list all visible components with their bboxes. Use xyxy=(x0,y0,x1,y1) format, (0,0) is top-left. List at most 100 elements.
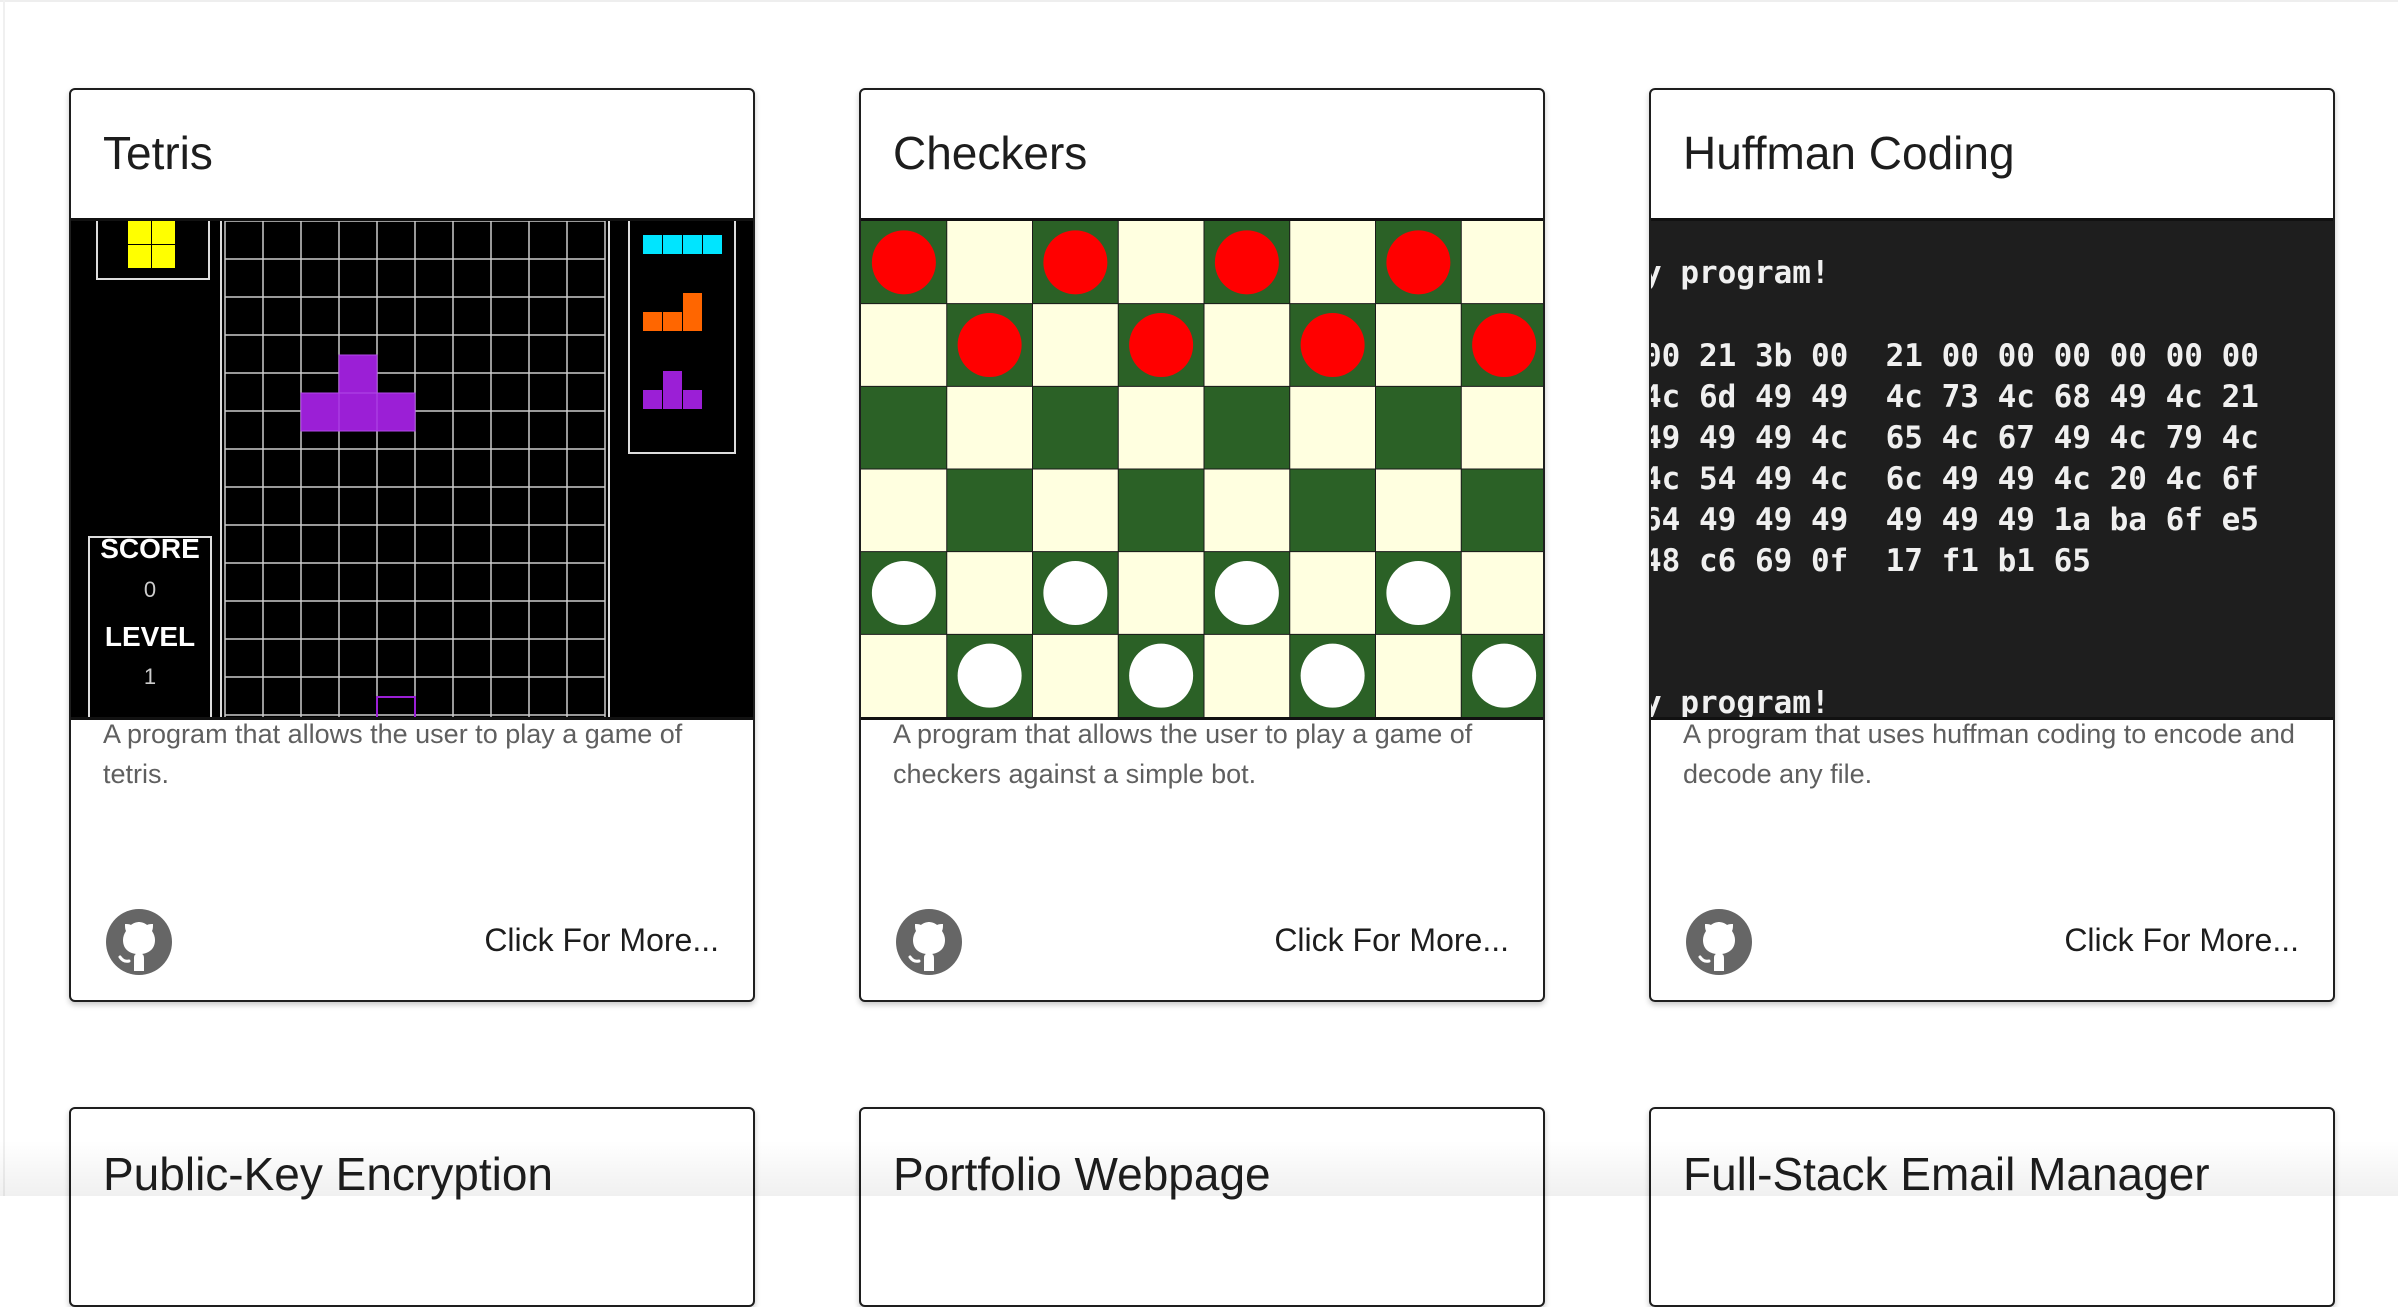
card-title: Portfolio Webpage xyxy=(893,1148,1271,1200)
github-link[interactable] xyxy=(1685,908,1753,976)
click-for-more-link[interactable]: Click For More... xyxy=(484,922,719,959)
score-value: 0 xyxy=(144,577,156,602)
board-square xyxy=(1204,469,1291,553)
red-checker-piece xyxy=(1043,230,1108,295)
board-square xyxy=(946,386,1033,470)
white-checker-piece xyxy=(1129,643,1194,708)
board-square xyxy=(1375,386,1462,470)
board-square xyxy=(861,634,948,717)
board-square xyxy=(1204,386,1291,470)
white-checker-piece xyxy=(1043,561,1108,625)
board-square xyxy=(1289,551,1376,635)
project-card-checkers: Checkers A program that allows the user … xyxy=(859,88,1545,1002)
github-icon xyxy=(896,909,962,975)
level-label: LEVEL xyxy=(105,621,195,652)
white-checker-piece xyxy=(871,561,936,625)
white-checker-piece xyxy=(1386,561,1451,625)
purple-block xyxy=(643,390,662,409)
board-square xyxy=(946,551,1033,635)
purple-block xyxy=(300,392,340,432)
board-square xyxy=(1032,469,1119,553)
github-icon xyxy=(1686,909,1752,975)
github-icon xyxy=(106,909,172,975)
purple-block xyxy=(683,390,702,409)
click-for-more-link[interactable]: Click For More... xyxy=(1274,922,1509,959)
card-header: Huffman Coding xyxy=(1651,90,2333,218)
level-value: 1 xyxy=(144,664,156,689)
project-card-public-key: Public-Key Encryption xyxy=(69,1107,755,1307)
page-top-border xyxy=(0,0,2398,2)
card-title: Checkers xyxy=(893,127,1088,179)
board-square xyxy=(1118,386,1205,470)
board-square xyxy=(1204,634,1291,717)
terminal-line: 4c 54 49 4c 6c 49 49 4c 20 4c 6f xyxy=(1651,461,2259,497)
board-square xyxy=(1032,634,1119,717)
card-header: Checkers xyxy=(861,90,1543,218)
red-checker-piece xyxy=(957,313,1022,377)
project-card-portfolio: Portfolio Webpage xyxy=(859,1107,1545,1307)
orange-block xyxy=(683,293,702,312)
score-label: SCORE xyxy=(100,533,200,564)
red-checker-piece xyxy=(1300,313,1365,377)
board-square xyxy=(1289,386,1376,470)
terminal-line: y program! xyxy=(1651,255,1830,291)
red-checker-piece xyxy=(871,230,936,295)
yellow-block xyxy=(128,221,151,244)
tetris-board-image: SCORE 0 LEVEL 1 xyxy=(71,221,753,717)
board-square xyxy=(1461,469,1543,553)
cyan-block xyxy=(703,235,722,254)
card-title: Public-Key Encryption xyxy=(103,1148,553,1200)
project-card-tetris: Tetris SCORE 0 LEVEL 1 A program that al… xyxy=(69,88,755,1002)
yellow-block xyxy=(128,245,151,268)
white-checker-piece xyxy=(1214,561,1279,625)
card-description: A program that uses huffman coding to en… xyxy=(1683,719,2295,789)
red-checker-piece xyxy=(1472,313,1537,377)
terminal-line: 4c 6d 49 49 4c 73 4c 68 49 4c 21 xyxy=(1651,379,2259,415)
cyan-block xyxy=(683,235,702,254)
card-title: Tetris xyxy=(103,127,213,179)
cyan-block xyxy=(663,235,682,254)
terminal-line: 48 c6 69 0f 17 f1 b1 65 xyxy=(1651,543,2091,579)
checkers-screenshot xyxy=(861,218,1543,720)
board-square xyxy=(946,469,1033,553)
board-square xyxy=(946,221,1033,305)
github-link[interactable] xyxy=(895,908,963,976)
purple-block xyxy=(663,371,682,390)
github-link[interactable] xyxy=(105,908,173,976)
yellow-block xyxy=(152,245,175,268)
project-card-email-manager: Full-Stack Email Manager xyxy=(1649,1107,2335,1307)
card-title: Huffman Coding xyxy=(1683,127,2015,179)
terminal-line: 64 49 49 49 49 49 49 1a ba 6f e5 xyxy=(1651,502,2259,538)
orange-block xyxy=(683,312,702,331)
board-square xyxy=(1289,469,1376,553)
cyan-block xyxy=(643,235,662,254)
red-checker-piece xyxy=(1386,230,1451,295)
board-square xyxy=(1461,551,1543,635)
board-square xyxy=(861,386,948,470)
tetris-screenshot: SCORE 0 LEVEL 1 xyxy=(71,218,753,720)
board-square xyxy=(1375,469,1462,553)
orange-block xyxy=(663,312,682,331)
purple-block xyxy=(338,392,378,432)
huffman-terminal-screenshot: y program! 00 21 3b 00 21 00 00 00 00 00 … xyxy=(1651,218,2333,720)
purple-block xyxy=(376,392,416,432)
purple-block xyxy=(338,354,378,394)
board-square xyxy=(1461,221,1543,305)
board-square xyxy=(1032,303,1119,387)
white-checker-piece xyxy=(1300,643,1365,708)
card-header: Tetris xyxy=(71,90,753,218)
board-square xyxy=(1289,221,1376,305)
click-for-more-link[interactable]: Click For More... xyxy=(2064,922,2299,959)
board-square xyxy=(1032,386,1119,470)
board-square xyxy=(1118,551,1205,635)
board-square xyxy=(861,303,948,387)
terminal-output: y program! 00 21 3b 00 21 00 00 00 00 00 … xyxy=(1651,221,2333,717)
board-square xyxy=(1375,303,1462,387)
board-square xyxy=(1118,221,1205,305)
project-card-huffman: Huffman Coding y program! 00 21 3b 00 21 … xyxy=(1649,88,2335,1002)
orange-block xyxy=(643,312,662,331)
terminal-line: 00 21 3b 00 21 00 00 00 00 00 00 xyxy=(1651,338,2259,374)
checkers-board-image xyxy=(861,221,1543,717)
card-title: Full-Stack Email Manager xyxy=(1683,1148,2210,1200)
red-checker-piece xyxy=(1129,313,1194,377)
